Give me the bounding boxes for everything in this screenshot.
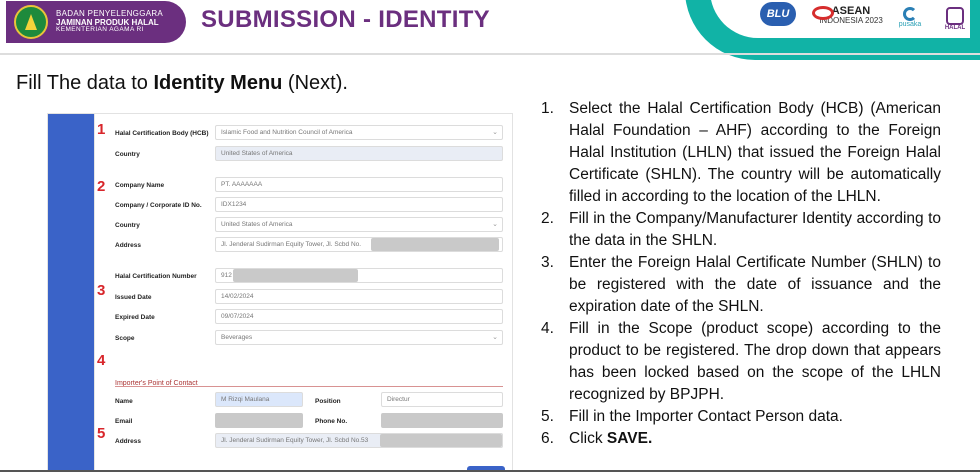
org-name: BADAN PENYELENGGARA JAMINAN PRODUK HALAL… — [56, 9, 163, 34]
step-number: 4. — [541, 320, 554, 337]
country-field-locked: United States of America — [215, 146, 503, 161]
step-number: 5. — [541, 408, 554, 425]
heading-prefix: Fill The data to — [16, 72, 154, 94]
org-line-3: KEMENTERIAN AGAMA RI — [56, 25, 144, 33]
heading-bold: Identity Menu — [153, 72, 283, 94]
marker-2: 2 — [97, 178, 106, 195]
chevron-down-icon: ⌄ — [492, 129, 498, 136]
kemenag-logo-icon — [14, 5, 48, 39]
marker-1: 1 — [97, 121, 106, 138]
poc-phone-input-redacted[interactable] — [381, 413, 503, 428]
step-number: 1. — [541, 100, 554, 117]
asean-2023-logo: ASEAN INDONESIA 2023 — [812, 2, 890, 28]
country-label: Country — [115, 151, 140, 158]
blu-logo: BLU — [760, 2, 796, 26]
blu-logo-text: BLU — [766, 8, 790, 20]
step-number: 2. — [541, 210, 554, 227]
scope-select-value: Beverages — [221, 334, 253, 341]
identity-form-screenshot: 1 Halal Certification Body (HCB) Islamic… — [48, 114, 512, 472]
poc-section-divider — [115, 386, 503, 387]
issued-date-input[interactable]: 14/02/2024 — [215, 289, 503, 304]
slide: BADAN PENYELENGGARA JAMINAN PRODUK HALAL… — [0, 0, 980, 472]
poc-name-input[interactable]: M Rizqi Maulana — [215, 392, 303, 407]
halal-logo-text: HALAL — [944, 25, 966, 31]
poc-phone-label: Phone No. — [315, 418, 348, 425]
step-text: Fill in the Scope (product scope) accord… — [569, 320, 941, 403]
step-1: 1. Select the Halal Certification Body (H… — [541, 98, 941, 208]
step-text: Select the Halal Certification Body (HCB… — [569, 100, 941, 205]
instruction-steps: 1. Select the Halal Certification Body (H… — [541, 98, 941, 450]
heading-suffix: (Next). — [282, 72, 348, 94]
poc-address-label: Address — [115, 438, 142, 445]
step-text: Fill in the Importer Contact Person data… — [569, 408, 843, 425]
step-4: 4. Fill in the Scope (product scope) acco… — [541, 318, 941, 406]
step-3: 3. Enter the Foreign Halal Certificate Nu… — [541, 252, 941, 318]
step-text: Click SAVE. — [569, 428, 941, 450]
company-name-label: Company Name — [115, 182, 165, 189]
expired-date-label: Expired Date — [115, 314, 155, 321]
halal-indonesia-logo: HALAL — [934, 2, 976, 36]
marker-3: 3 — [97, 282, 106, 299]
pusaka-logo: pusaka — [892, 2, 928, 32]
company-address-label: Address — [115, 242, 142, 249]
marker-5: 5 — [97, 425, 106, 442]
company-name-input[interactable]: PT. AAAAAAA — [215, 177, 503, 192]
expired-date-input[interactable]: 09/07/2024 — [215, 309, 503, 324]
chevron-down-icon: ⌄ — [492, 334, 498, 341]
pusaka-logo-text: pusaka — [898, 20, 922, 28]
step-number: 6. — [541, 430, 554, 447]
asean-ring-icon — [812, 6, 834, 20]
hcb-label: Halal Certification Body (HCB) — [115, 130, 209, 137]
page-title: SUBMISSION - IDENTITY — [201, 6, 490, 33]
org-brand: BADAN PENYELENGGARA JAMINAN PRODUK HALAL… — [6, 1, 186, 43]
step-6-prefix: Click — [569, 430, 607, 447]
corporate-id-label: Company / Corporate ID No. — [115, 202, 202, 209]
redaction-block — [371, 238, 499, 251]
poc-name-label: Name — [115, 398, 133, 405]
company-country-value: United States of America — [221, 221, 293, 228]
step-number: 3. — [541, 254, 554, 271]
identity-form: 1 Halal Certification Body (HCB) Islamic… — [94, 114, 512, 472]
redaction-block — [380, 434, 502, 447]
app-sidebar — [48, 114, 94, 472]
poc-position-input[interactable]: Directur — [381, 392, 503, 407]
step-text: Enter the Foreign Halal Certificate Numb… — [569, 254, 941, 315]
instruction-heading: Fill The data to Identity Menu (Next). — [16, 72, 348, 95]
chevron-down-icon: ⌄ — [492, 221, 498, 228]
pusaka-swirl-icon — [903, 6, 917, 21]
asean-logo-text: ASEAN — [831, 4, 871, 17]
step-6-save-word: SAVE. — [606, 430, 653, 447]
scope-select[interactable]: Beverages ⌄ — [215, 330, 503, 345]
header-bar: BADAN PENYELENGGARA JAMINAN PRODUK HALAL… — [0, 0, 980, 60]
scope-label: Scope — [115, 335, 135, 342]
corporate-id-input[interactable]: IDX1234 — [215, 197, 503, 212]
cert-number-label: Halal Certification Number — [115, 273, 197, 280]
step-5: 5. Fill in the Importer Contact Person da… — [541, 406, 941, 428]
header-divider — [0, 53, 980, 55]
step-text: Fill in the Company/Manufacturer Identit… — [569, 210, 941, 249]
poc-email-input-redacted[interactable] — [215, 413, 303, 428]
redaction-block — [233, 269, 358, 282]
hcb-select[interactable]: Islamic Food and Nutrition Council of Am… — [215, 125, 503, 140]
company-country-select[interactable]: United States of America ⌄ — [215, 217, 503, 232]
poc-email-label: Email — [115, 418, 133, 425]
halal-mark-icon — [946, 7, 964, 25]
hcb-select-value: Islamic Food and Nutrition Council of Am… — [221, 129, 353, 136]
step-6: 6. Click SAVE. — [541, 428, 941, 450]
marker-4: 4 — [97, 352, 106, 369]
issued-date-label: Issued Date — [115, 294, 152, 301]
poc-position-label: Position — [315, 398, 341, 405]
company-country-label: Country — [115, 222, 140, 229]
step-2: 2. Fill in the Company/Manufacturer Ident… — [541, 208, 941, 252]
